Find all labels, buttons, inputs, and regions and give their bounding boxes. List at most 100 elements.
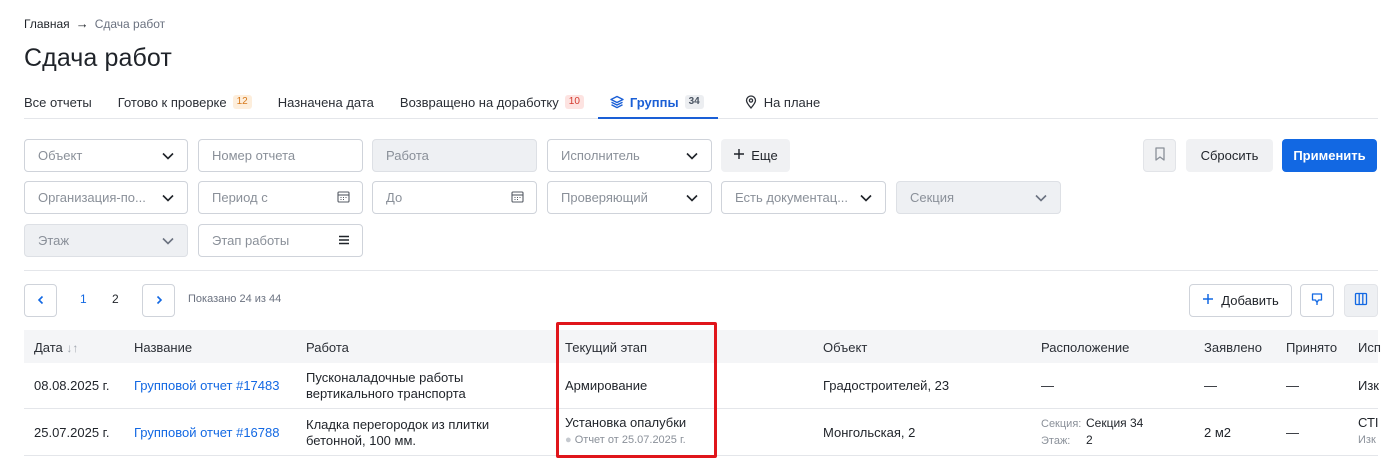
reset-button[interactable]: Сбросить — [1186, 139, 1273, 172]
work-stage-placeholder: Этап работы — [212, 233, 290, 248]
chevron-left-icon — [36, 292, 46, 310]
map-pin-icon — [744, 95, 758, 109]
menu-icon — [338, 233, 350, 248]
row-name-link[interactable]: Групповой отчет #17483 — [134, 378, 279, 394]
calendar-icon — [511, 190, 524, 206]
tab-ready-for-review[interactable]: Готово к проверке 12 — [118, 86, 252, 118]
arrow-right-icon: → — [75, 16, 89, 31]
executor-select[interactable]: Исполнитель — [547, 139, 712, 172]
count-badge: 34 — [684, 95, 704, 109]
column-header-date[interactable]: Дата ↓↑ — [34, 340, 78, 355]
report-number-placeholder: Номер отчета — [212, 148, 296, 163]
column-header-declared: Заявлено — [1204, 340, 1262, 355]
report-number-input[interactable]: Номер отчета — [198, 139, 363, 172]
tab-label: Возвращено на доработку — [399, 94, 559, 110]
work-input[interactable]: Работа — [372, 139, 537, 172]
row-work-line2: вертикального транспорта — [306, 386, 466, 401]
row-section-key: Секция: — [1041, 418, 1082, 430]
count-badge: 10 — [564, 95, 584, 109]
columns-icon — [1354, 292, 1368, 309]
more-filters-button[interactable]: Еще — [721, 139, 790, 172]
row-floor-value: 2 — [1086, 433, 1093, 447]
page-1-link[interactable]: 1 — [80, 292, 87, 306]
period-from-placeholder: Период с — [212, 190, 268, 205]
row-date: 08.08.2025 г. — [34, 378, 110, 393]
row-stage: Армирование — [565, 378, 648, 393]
row-divider — [24, 408, 1378, 409]
row-location: — — [1041, 378, 1054, 393]
chevron-down-icon — [686, 152, 698, 160]
chevron-down-icon — [162, 237, 174, 245]
plus-icon — [733, 148, 745, 163]
chevron-down-icon — [162, 152, 174, 160]
page-2-link[interactable]: 2 — [112, 292, 119, 306]
period-from-input[interactable]: Период с — [198, 181, 363, 214]
row-declared: — — [1204, 378, 1217, 393]
section-select-placeholder: Секция — [910, 190, 955, 205]
object-select[interactable]: Объект — [24, 139, 188, 172]
row-executor-subtitle: Изк — [1358, 434, 1376, 446]
row-stage: Установка опалубки — [565, 415, 687, 430]
column-header-date-label: Дата — [34, 340, 63, 355]
chevron-down-icon — [860, 194, 872, 202]
apply-button[interactable]: Применить — [1282, 139, 1377, 172]
row-section-value: Секция 34 — [1086, 416, 1144, 430]
section-select[interactable]: Секция — [896, 181, 1061, 214]
chevron-down-icon — [162, 194, 174, 202]
column-header-location: Расположение — [1041, 340, 1130, 355]
floor-select-placeholder: Этаж — [38, 233, 70, 248]
work-stage-select[interactable]: Этап работы — [198, 224, 363, 257]
reviewer-select[interactable]: Проверяющий — [547, 181, 712, 214]
add-button[interactable]: Добавить — [1189, 284, 1292, 317]
row-declared: 2 м2 — [1204, 425, 1232, 440]
row-date: 25.07.2025 г. — [34, 425, 110, 440]
organization-select[interactable]: Организация-по... — [24, 181, 188, 214]
tab-label: Готово к проверке — [117, 94, 227, 110]
section-divider — [24, 270, 1378, 271]
columns-button[interactable] — [1344, 284, 1378, 317]
organization-select-placeholder: Организация-по... — [38, 190, 146, 205]
tabs-bar: Все отчеты Готово к проверке 12 Назначен… — [24, 86, 1378, 119]
row-accepted: — — [1286, 425, 1299, 440]
tab-date-assigned[interactable]: Назначена дата — [278, 86, 374, 118]
executor-select-placeholder: Исполнитель — [561, 148, 640, 163]
floor-select[interactable]: Этаж — [24, 224, 188, 257]
tab-all-reports[interactable]: Все отчеты — [24, 86, 92, 118]
has-docs-select[interactable]: Есть документац... — [721, 181, 886, 214]
next-page-button[interactable] — [142, 284, 175, 317]
reviewer-select-placeholder: Проверяющий — [561, 190, 648, 205]
more-filters-label: Еще — [751, 148, 778, 163]
row-stage-subtitle: ● Отчет от 25.07.2025 г. — [565, 434, 686, 446]
count-badge: 12 — [232, 95, 252, 109]
bookmark-button[interactable] — [1143, 139, 1176, 172]
sort-icon[interactable]: ↓↑ — [66, 341, 78, 355]
period-to-input[interactable]: До — [372, 181, 537, 214]
page-title: Сдача работ — [24, 44, 172, 72]
tab-groups[interactable]: Группы 34 — [597, 86, 718, 119]
prev-page-button[interactable] — [24, 284, 57, 317]
tab-returned[interactable]: Возвращено на доработку 10 — [400, 86, 584, 118]
breadcrumb-home-link[interactable]: Главная — [24, 17, 70, 31]
row-floor-key: Этаж: — [1041, 435, 1071, 447]
column-header-work: Работа — [306, 340, 349, 355]
tab-label: Группы — [629, 94, 679, 110]
chevron-down-icon — [686, 194, 698, 202]
plus-icon — [1202, 293, 1214, 308]
download-icon — [1310, 292, 1324, 309]
tab-label: Назначена дата — [277, 94, 374, 110]
shown-count: Показано 24 из 44 — [188, 293, 282, 305]
layers-icon — [610, 95, 624, 109]
export-button[interactable] — [1300, 284, 1334, 317]
column-header-name: Название — [134, 340, 193, 355]
row-name-link[interactable]: Групповой отчет #16788 — [134, 425, 279, 441]
work-placeholder: Работа — [386, 148, 429, 163]
row-executor: Изк — [1358, 378, 1379, 393]
table-header — [24, 330, 1378, 363]
breadcrumb-current: Сдача работ — [94, 16, 166, 31]
tab-on-plan[interactable]: На плане — [744, 86, 821, 118]
chevron-right-icon — [154, 292, 164, 310]
bookmark-icon — [1154, 147, 1166, 164]
row-work-line2: бетонной, 100 мм. — [306, 433, 416, 448]
tab-label: На плане — [763, 94, 821, 110]
row-stage-report-date: Отчет от 25.07.2025 г. — [574, 434, 686, 446]
